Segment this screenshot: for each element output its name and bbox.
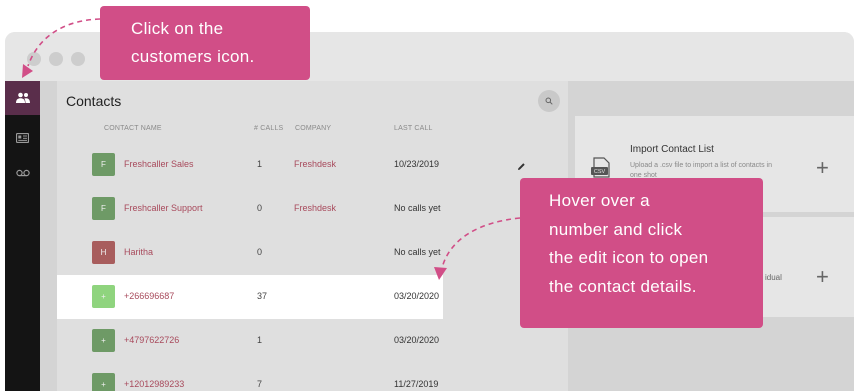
sidebar-item-contacts[interactable] [5,121,40,155]
window-close-dot[interactable] [27,52,41,66]
avatar: + [92,373,115,391]
contact-card-icon [16,133,29,143]
company-name[interactable]: Freshdesk [294,203,336,213]
column-header-calls[interactable]: # CALLS [254,125,283,132]
table-row[interactable]: F Freshcaller Support 0 Freshdesk No calls y… [57,187,568,231]
voicemail-icon [15,169,30,177]
last-call-date: 10/23/2019 [394,159,440,169]
avatar: + [92,285,115,308]
contacts-header: Contacts [57,81,568,121]
last-call-date: 03/20/2020 [394,335,440,345]
call-count: 0 [257,203,263,213]
table-row[interactable]: + +266696687 37 03/20/2020 [57,275,443,319]
call-count: 7 [257,379,263,389]
page-title: Contacts [66,93,122,109]
table-row[interactable]: H Haritha 0 No calls yet [57,231,568,275]
avatar: F [92,153,115,176]
sidebar-item-customers[interactable] [5,81,40,115]
left-rail [5,81,40,391]
tooltip-edit-line: number and click [549,219,683,239]
tooltip-edit: Hover over a number and click the edit i… [520,178,763,328]
contact-name[interactable]: Freshcaller Support [124,203,203,213]
last-call-date: 03/20/2020 [394,291,440,301]
call-count: 37 [257,291,268,301]
tooltip-edit-line: Hover over a [549,191,650,210]
column-header-last-call[interactable]: LAST CALL [394,125,433,132]
call-count: 1 [257,159,263,169]
avatar: + [92,329,115,352]
last-call-date: No calls yet [394,247,441,257]
import-card-title: Import Contact List [630,144,714,155]
company-name[interactable]: Freshdesk [294,159,336,169]
edit-icon[interactable] [517,158,526,176]
search-icon [545,92,553,110]
add-card-text: idual [765,273,782,282]
tooltip-edit-line: the contact details. [549,276,697,296]
call-count: 0 [257,247,263,257]
contact-name[interactable]: Haritha [124,247,153,257]
table-row[interactable]: + +12012989233 7 11/27/2019 [57,363,568,391]
contacts-panel: Contacts CONTACT NAME # CALLS COMPANY LA… [57,81,568,391]
avatar: F [92,197,115,220]
import-plus-icon[interactable]: + [816,157,829,179]
call-count: 1 [257,335,263,345]
avatar: H [92,241,115,264]
window-maximize-dot[interactable] [71,52,85,66]
sidebar-item-voicemail[interactable] [5,156,40,190]
contact-name[interactable]: Freshcaller Sales [124,159,194,169]
column-header-name[interactable]: CONTACT NAME [104,125,162,132]
svg-text:CSV: CSV [594,169,606,175]
table-row[interactable]: + +4797622726 1 03/20/2020 [57,319,568,363]
tooltip-edit-line: the edit icon to open [549,248,709,267]
column-header-company[interactable]: COMPANY [295,125,331,132]
last-call-date: No calls yet [394,203,441,213]
table-row[interactable]: F Freshcaller Sales 1 Freshdesk 10/23/2019 [57,143,568,187]
screenshot-stage: Contacts CONTACT NAME # CALLS COMPANY LA… [0,0,854,391]
customers-icon [15,92,31,104]
contact-name[interactable]: +12012989233 [124,379,184,389]
contact-name[interactable]: +4797622726 [124,335,179,345]
contact-name[interactable]: +266696687 [124,291,174,301]
tooltip-customers: Click on the customers icon. [100,6,310,80]
search-button[interactable] [538,90,560,112]
last-call-date: 11/27/2019 [394,379,439,389]
add-plus-icon[interactable]: + [816,266,829,288]
tooltip-customers-line: customers icon. [131,47,255,66]
tooltip-customers-line: Click on the [131,19,224,38]
window-minimize-dot[interactable] [49,52,63,66]
